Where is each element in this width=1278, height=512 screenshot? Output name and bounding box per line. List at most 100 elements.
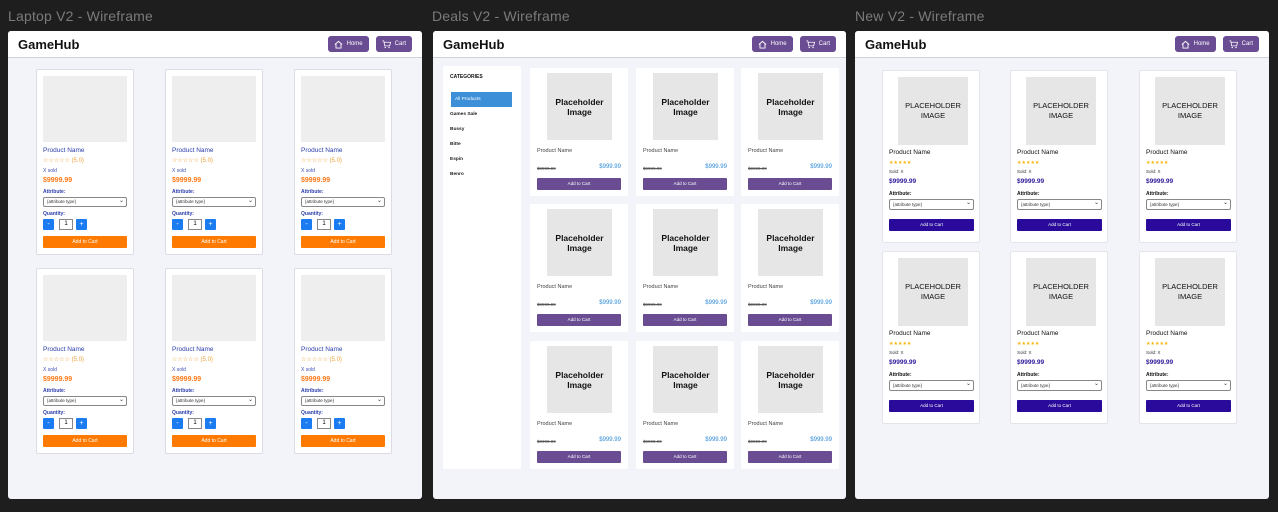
deal-card: Placeholder Image Product Name $9999.99 $99…: [530, 341, 628, 469]
quantity-plus-button[interactable]: +: [205, 418, 216, 429]
product-name: Product Name: [537, 284, 573, 290]
quantity-input[interactable]: 1: [317, 418, 331, 429]
home-icon: [758, 40, 767, 49]
quantity-plus-button[interactable]: +: [334, 219, 345, 230]
category-item[interactable]: Games Sale: [450, 112, 477, 117]
add-to-cart-button[interactable]: Add to Cart: [748, 178, 832, 190]
original-price: $9999.99: [537, 302, 556, 307]
add-to-cart-button[interactable]: Add to Cart: [643, 178, 727, 190]
add-to-cart-button[interactable]: Add to Cart: [748, 451, 832, 463]
add-to-cart-button[interactable]: Add to Cart: [889, 219, 974, 231]
add-to-cart-button[interactable]: Add to Cart: [301, 236, 385, 248]
add-to-cart-button[interactable]: Add to Cart: [1017, 219, 1102, 231]
quantity-minus-button[interactable]: -: [43, 219, 54, 230]
attribute-select[interactable]: {attribute type}: [1017, 199, 1102, 210]
placeholder-image: Placeholder Image: [758, 73, 823, 140]
quantity-minus-button[interactable]: -: [301, 418, 312, 429]
add-to-cart-button[interactable]: Add to Cart: [301, 435, 385, 447]
quantity-input[interactable]: 1: [317, 219, 331, 230]
deal-card: Placeholder Image Product Name $9999.99 $99…: [636, 68, 734, 196]
sold-count: Sold: X: [1017, 350, 1032, 355]
home-label: Home: [770, 41, 787, 47]
product-name: Product Name: [643, 148, 679, 154]
original-price: $9999.99: [643, 166, 662, 171]
attribute-select[interactable]: {attribute type}: [43, 197, 127, 207]
add-to-cart-button[interactable]: Add to Cart: [643, 451, 727, 463]
cart-button[interactable]: Cart: [799, 36, 836, 52]
home-button[interactable]: Home: [1174, 36, 1216, 52]
attribute-select[interactable]: {attribute type}: [889, 380, 974, 391]
add-to-cart-button[interactable]: Add to Cart: [748, 314, 832, 326]
add-to-cart-button[interactable]: Add to Cart: [172, 236, 256, 248]
product-name: Product Name: [537, 421, 573, 427]
price: $9999.99: [1017, 178, 1045, 185]
quantity-plus-button[interactable]: +: [334, 418, 345, 429]
logo[interactable]: GameHub: [865, 37, 926, 52]
quantity-minus-button[interactable]: -: [172, 418, 183, 429]
home-button[interactable]: Home: [327, 36, 369, 52]
product-image: [172, 76, 256, 142]
logo[interactable]: GameHub: [443, 37, 504, 52]
add-to-cart-button[interactable]: Add to Cart: [537, 451, 621, 463]
original-price: $9999.99: [748, 439, 767, 444]
category-item[interactable]: Benro: [450, 172, 464, 177]
quantity-plus-button[interactable]: +: [76, 418, 87, 429]
sold-count: X sold: [172, 367, 186, 373]
add-to-cart-button[interactable]: Add to Cart: [172, 435, 256, 447]
attribute-select[interactable]: {attribute type}: [301, 396, 385, 406]
home-button[interactable]: Home: [751, 36, 793, 52]
attribute-select[interactable]: {attribute type}: [1146, 199, 1231, 210]
add-to-cart-button[interactable]: Add to Cart: [643, 314, 727, 326]
quantity-plus-button[interactable]: +: [76, 219, 87, 230]
add-to-cart-button[interactable]: Add to Cart: [889, 400, 974, 412]
cart-label: Cart: [1241, 41, 1253, 47]
cart-icon: [1229, 39, 1238, 48]
attribute-select[interactable]: {attribute type}: [1146, 380, 1231, 391]
attribute-select[interactable]: {attribute type}: [301, 197, 385, 207]
quantity-input[interactable]: 1: [59, 418, 73, 429]
attribute-select[interactable]: {attribute type}: [172, 197, 256, 207]
frame-label-new: New V2 - Wireframe: [855, 8, 985, 24]
add-to-cart-button[interactable]: Add to Cart: [1146, 400, 1231, 412]
quantity-input[interactable]: 1: [188, 219, 202, 230]
quantity-minus-button[interactable]: -: [43, 418, 54, 429]
cart-button[interactable]: Cart: [1222, 36, 1259, 52]
attribute-select[interactable]: {attribute type}: [889, 199, 974, 210]
category-item[interactable]: Bitte: [450, 142, 461, 147]
category-item[interactable]: Espin: [450, 157, 463, 162]
attribute-label: Attribute:: [43, 189, 66, 195]
sale-price: $999.99: [810, 164, 832, 170]
cart-button[interactable]: Cart: [375, 36, 412, 52]
rating-stars: ★★★★★: [889, 341, 912, 347]
add-to-cart-button[interactable]: Add to Cart: [43, 435, 127, 447]
add-to-cart-button[interactable]: Add to Cart: [43, 236, 127, 248]
placeholder-image: Placeholder Image: [653, 209, 718, 276]
logo[interactable]: GameHub: [18, 37, 79, 52]
category-item-all-products[interactable]: All Products: [451, 92, 512, 107]
add-to-cart-button[interactable]: Add to Cart: [537, 178, 621, 190]
sold-count: X sold: [301, 367, 315, 373]
product-name: Product Name: [748, 421, 784, 427]
quantity-minus-button[interactable]: -: [172, 219, 183, 230]
cart-label: Cart: [394, 41, 406, 47]
price: $9999.99: [301, 376, 331, 383]
price: $9999.99: [172, 376, 202, 383]
quantity-input[interactable]: 1: [59, 219, 73, 230]
attribute-select[interactable]: {attribute type}: [43, 396, 127, 406]
original-price: $9999.99: [748, 166, 767, 171]
product-card: PLACEHOLDER IMAGE Product Name ★★★★★ Sold: …: [882, 251, 980, 424]
attribute-select[interactable]: {attribute type}: [172, 396, 256, 406]
quantity-minus-button[interactable]: -: [301, 219, 312, 230]
quantity-plus-button[interactable]: +: [205, 219, 216, 230]
rating-stars: ☆☆☆☆☆ (5.0): [172, 357, 213, 363]
sold-count: Sold: X: [889, 350, 904, 355]
add-to-cart-button[interactable]: Add to Cart: [1017, 400, 1102, 412]
quantity-label: Quantity:: [43, 410, 65, 416]
attribute-select[interactable]: {attribute type}: [1017, 380, 1102, 391]
sold-count: X sold: [301, 168, 315, 174]
add-to-cart-button[interactable]: Add to Cart: [1146, 219, 1231, 231]
quantity-input[interactable]: 1: [188, 418, 202, 429]
add-to-cart-button[interactable]: Add to Cart: [537, 314, 621, 326]
category-item[interactable]: Bussy: [450, 127, 464, 132]
attribute-label: Attribute:: [301, 189, 324, 195]
